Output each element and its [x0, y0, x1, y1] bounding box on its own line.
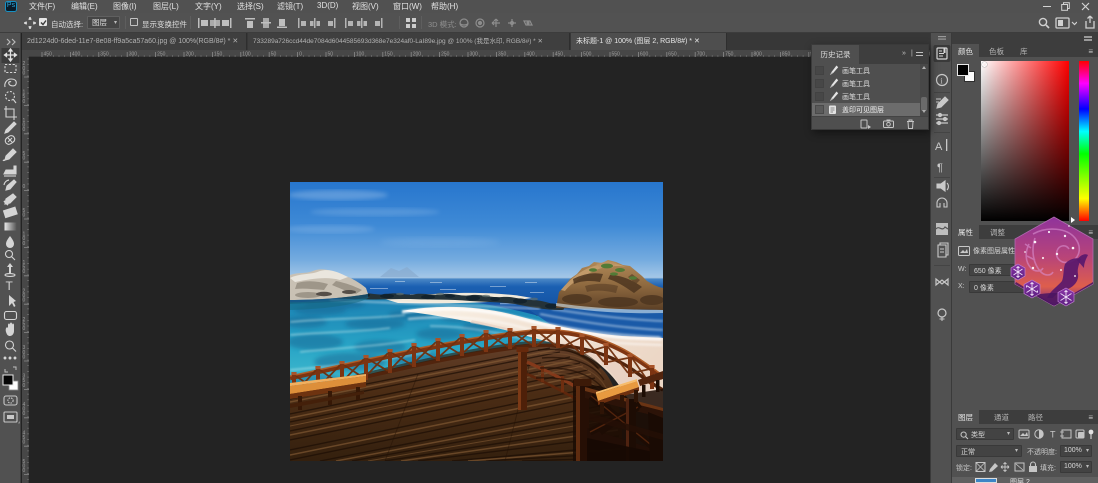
svg-text:200: 200 — [413, 52, 422, 58]
svg-text:0: 0 — [23, 70, 26, 76]
svg-text:50: 50 — [271, 52, 277, 58]
svg-text:0: 0 — [23, 269, 26, 275]
svg-text:0: 0 — [23, 326, 26, 332]
svg-text:0: 0 — [23, 127, 26, 133]
svg-text:400: 400 — [526, 52, 535, 58]
svg-text:i: i — [940, 77, 943, 86]
svg-text:150: 150 — [384, 52, 393, 58]
svg-text:0: 0 — [23, 354, 26, 360]
svg-text:0: 0 — [299, 52, 302, 58]
svg-text:700: 700 — [697, 52, 706, 58]
svg-text:100: 100 — [356, 52, 365, 58]
svg-text:0: 0 — [23, 468, 26, 474]
svg-text:650: 650 — [668, 52, 677, 58]
svg-text:0: 0 — [23, 212, 26, 218]
svg-text:¶: ¶ — [937, 162, 943, 174]
svg-text:850: 850 — [782, 52, 791, 58]
svg-text:0: 0 — [23, 298, 26, 304]
svg-text:250: 250 — [441, 52, 450, 58]
svg-text:400: 400 — [72, 52, 81, 58]
svg-text:300: 300 — [470, 52, 479, 58]
svg-text:250: 250 — [157, 52, 166, 58]
svg-text:300: 300 — [129, 52, 138, 58]
svg-text:T: T — [1050, 430, 1056, 440]
svg-text:0: 0 — [23, 99, 26, 105]
svg-text:100: 100 — [242, 52, 251, 58]
svg-text:550: 550 — [612, 52, 621, 58]
svg-text:A: A — [935, 141, 943, 153]
svg-text:450: 450 — [44, 52, 53, 58]
svg-text:0: 0 — [23, 411, 26, 417]
svg-text:0: 0 — [23, 156, 26, 162]
svg-text:200: 200 — [186, 52, 195, 58]
svg-text:350: 350 — [100, 52, 109, 58]
svg-text:0: 0 — [23, 241, 26, 247]
svg-text:50: 50 — [328, 52, 334, 58]
svg-text:500: 500 — [583, 52, 592, 58]
svg-text:0: 0 — [23, 383, 26, 389]
svg-text:0: 0 — [23, 184, 26, 190]
svg-text:800: 800 — [754, 52, 763, 58]
svg-text:150: 150 — [214, 52, 223, 58]
svg-text:T: T — [6, 279, 14, 293]
svg-text:600: 600 — [640, 52, 649, 58]
svg-text:450: 450 — [555, 52, 564, 58]
svg-text:750: 750 — [725, 52, 734, 58]
svg-text:0: 0 — [23, 440, 26, 446]
svg-text:350: 350 — [498, 52, 507, 58]
